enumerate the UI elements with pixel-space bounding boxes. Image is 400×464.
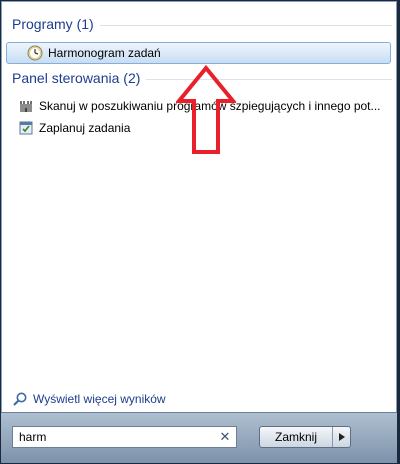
see-more-results-label: Wyświetl więcej wyników [33, 392, 166, 406]
clear-search-icon[interactable]: ✕ [217, 428, 233, 446]
shutdown-options-button[interactable] [333, 427, 350, 447]
start-search-input[interactable] [12, 426, 237, 448]
result-item-label: Harmonogram zadań [48, 46, 161, 60]
annotation-up-arrow [176, 64, 236, 154]
defender-castle-icon [20, 101, 32, 112]
clock-icon [27, 45, 43, 61]
shutdown-button[interactable]: Zamknij [260, 427, 333, 447]
section-header-control-panel-label: Panel sterowania (2) [12, 70, 141, 86]
shutdown-button-group: Zamknij [259, 426, 351, 448]
section-divider [99, 24, 392, 26]
section-header-programs-label: Programy (1) [12, 16, 94, 32]
task-schedule-icon [19, 121, 33, 135]
result-item-label: Zaplanuj zadania [39, 121, 131, 135]
result-item-harmonogram-zadan[interactable]: Harmonogram zadań [6, 42, 391, 64]
search-icon [13, 392, 27, 406]
section-header-programs: Programy (1) [12, 16, 392, 32]
chevron-right-icon [338, 433, 345, 441]
see-more-results-link[interactable]: Wyświetl więcej wyników [12, 391, 166, 407]
